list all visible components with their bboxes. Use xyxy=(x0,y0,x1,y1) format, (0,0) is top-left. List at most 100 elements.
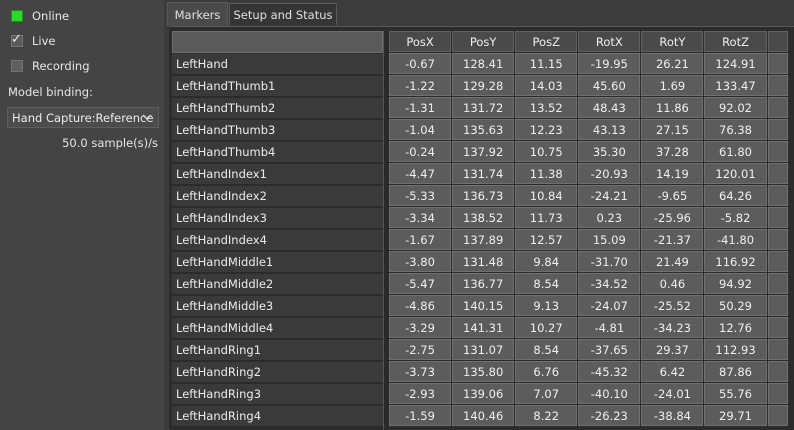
value-cell-posz[interactable]: 8.22 xyxy=(515,405,578,426)
value-cell-roty[interactable]: 27.15 xyxy=(641,119,704,140)
tab-setup-and-status[interactable]: Setup and Status xyxy=(229,3,337,25)
value-cell-roty[interactable]: 6.42 xyxy=(641,361,704,382)
value-cell-roty[interactable]: -25.52 xyxy=(641,295,704,316)
value-cell-roty[interactable]: -25.96 xyxy=(641,207,704,228)
tab-markers[interactable]: Markers xyxy=(167,2,228,26)
value-cell-posy[interactable]: 138.52 xyxy=(452,207,515,228)
value-cell-roty[interactable]: -34.23 xyxy=(641,317,704,338)
value-cell-posz[interactable]: 14.03 xyxy=(515,75,578,96)
value-cell-roty[interactable]: 37.28 xyxy=(641,141,704,162)
recording-checkbox[interactable] xyxy=(11,60,23,72)
value-cell-posy[interactable]: 129.28 xyxy=(452,75,515,96)
marker-name-cell[interactable]: LeftHandThumb4 xyxy=(172,142,383,163)
value-cell-posy[interactable]: 136.73 xyxy=(452,185,515,206)
live-checkbox[interactable]: ✓ xyxy=(11,32,23,47)
value-cell-rotz[interactable]: 61.80 xyxy=(704,141,767,162)
value-cell-rotx[interactable]: -24.07 xyxy=(578,295,641,316)
value-cell-rotx[interactable]: 0.23 xyxy=(578,207,641,228)
value-cell-posy[interactable]: 137.89 xyxy=(452,229,515,250)
value-cell-rotz[interactable]: 116.92 xyxy=(704,251,767,272)
value-cell-rotz[interactable]: 124.91 xyxy=(704,53,767,74)
value-cell-posz[interactable]: 9.84 xyxy=(515,251,578,272)
marker-name-cell[interactable]: LeftHandThumb3 xyxy=(172,120,383,141)
value-cell-posx[interactable]: -3.34 xyxy=(389,207,452,228)
value-cell-posy[interactable]: 131.07 xyxy=(452,339,515,360)
value-cell-rotx[interactable]: -34.52 xyxy=(578,273,641,294)
value-cell-posx[interactable]: -1.59 xyxy=(389,405,452,426)
value-cell-rotx[interactable]: 43.13 xyxy=(578,119,641,140)
value-cell-posz[interactable]: 11.15 xyxy=(515,53,578,74)
value-cell-roty[interactable]: 1.69 xyxy=(641,75,704,96)
value-cell-posz[interactable]: 13.52 xyxy=(515,97,578,118)
value-cell-posz[interactable]: 12.57 xyxy=(515,229,578,250)
value-cell-rotx[interactable]: 15.09 xyxy=(578,229,641,250)
marker-name-cell[interactable]: LeftHandIndex1 xyxy=(172,164,383,185)
recording-toggle[interactable]: Recording xyxy=(11,58,90,74)
name-column-header[interactable] xyxy=(172,31,383,53)
value-cell-roty[interactable]: 29.37 xyxy=(641,339,704,360)
value-cell-roty[interactable]: 21.49 xyxy=(641,251,704,272)
value-cell-posy[interactable]: 137.92 xyxy=(452,141,515,162)
model-binding-select[interactable]: Hand Capture:Reference xyxy=(7,107,159,128)
value-cell-posy[interactable]: 140.46 xyxy=(452,405,515,426)
marker-name-cell[interactable]: LeftHandThumb2 xyxy=(172,98,383,119)
value-cell-rotx[interactable]: -26.23 xyxy=(578,405,641,426)
value-cell-rotz[interactable]: -5.82 xyxy=(704,207,767,228)
value-cell-rotz[interactable]: 29.71 xyxy=(704,405,767,426)
value-cell-rotx[interactable]: -20.93 xyxy=(578,163,641,184)
value-cell-posy[interactable]: 131.72 xyxy=(452,97,515,118)
value-cell-posy[interactable]: 131.48 xyxy=(452,251,515,272)
value-cell-rotx[interactable]: -19.95 xyxy=(578,53,641,74)
value-cell-posy[interactable]: 139.06 xyxy=(452,383,515,404)
value-cell-posx[interactable]: -5.33 xyxy=(389,185,452,206)
column-header-rotz[interactable]: RotZ xyxy=(704,31,767,52)
value-cell-posz[interactable]: 9.13 xyxy=(515,295,578,316)
value-cell-posx[interactable]: -1.31 xyxy=(389,97,452,118)
value-cell-posz[interactable]: 10.75 xyxy=(515,141,578,162)
value-cell-posz[interactable]: 11.73 xyxy=(515,207,578,228)
value-cell-posx[interactable]: -1.04 xyxy=(389,119,452,140)
value-cell-rotz[interactable]: 112.93 xyxy=(704,339,767,360)
value-cell-rotx[interactable]: -45.32 xyxy=(578,361,641,382)
column-header-rotx[interactable]: RotX xyxy=(578,31,641,52)
value-cell-posz[interactable]: 10.84 xyxy=(515,185,578,206)
value-cell-rotz[interactable]: 55.76 xyxy=(704,383,767,404)
value-cell-roty[interactable]: 14.19 xyxy=(641,163,704,184)
value-cell-posz[interactable]: 8.54 xyxy=(515,339,578,360)
value-cell-rotz[interactable]: 120.01 xyxy=(704,163,767,184)
column-header-posx[interactable]: PosX xyxy=(389,31,452,52)
value-cell-rotz[interactable]: 87.86 xyxy=(704,361,767,382)
value-cell-rotx[interactable]: 35.30 xyxy=(578,141,641,162)
value-cell-posx[interactable]: -2.75 xyxy=(389,339,452,360)
value-cell-posx[interactable]: -3.73 xyxy=(389,361,452,382)
value-cell-posx[interactable]: -2.93 xyxy=(389,383,452,404)
column-header-roty[interactable]: RotY xyxy=(641,31,704,52)
value-cell-rotz[interactable]: 94.92 xyxy=(704,273,767,294)
marker-name-cell[interactable]: LeftHandMiddle4 xyxy=(172,318,383,339)
value-cell-posx[interactable]: -0.24 xyxy=(389,141,452,162)
value-cell-rotz[interactable]: 92.02 xyxy=(704,97,767,118)
marker-name-cell[interactable]: LeftHandIndex3 xyxy=(172,208,383,229)
column-header-posy[interactable]: PosY xyxy=(452,31,515,52)
value-cell-rotx[interactable]: -24.21 xyxy=(578,185,641,206)
marker-name-cell[interactable]: LeftHandRing4 xyxy=(172,406,383,427)
value-cell-posx[interactable]: -4.86 xyxy=(389,295,452,316)
marker-name-cell[interactable]: LeftHand xyxy=(172,54,383,75)
value-cell-rotx[interactable]: -31.70 xyxy=(578,251,641,272)
value-cell-posz[interactable]: 12.23 xyxy=(515,119,578,140)
live-toggle[interactable]: ✓ Live xyxy=(11,32,55,49)
value-cell-posx[interactable]: -5.47 xyxy=(389,273,452,294)
value-cell-roty[interactable]: -24.01 xyxy=(641,383,704,404)
marker-name-cell[interactable]: LeftHandThumb1 xyxy=(172,76,383,97)
value-cell-posy[interactable]: 128.41 xyxy=(452,53,515,74)
marker-name-cell[interactable]: LeftHandMiddle2 xyxy=(172,274,383,295)
value-cell-posx[interactable]: -0.67 xyxy=(389,53,452,74)
value-cell-rotx[interactable]: -4.81 xyxy=(578,317,641,338)
marker-name-cell[interactable]: LeftHandMiddle3 xyxy=(172,296,383,317)
value-cell-roty[interactable]: -21.37 xyxy=(641,229,704,250)
value-cell-posx[interactable]: -3.29 xyxy=(389,317,452,338)
value-cell-roty[interactable]: 0.46 xyxy=(641,273,704,294)
value-cell-roty[interactable]: 26.21 xyxy=(641,53,704,74)
value-cell-rotz[interactable]: 12.76 xyxy=(704,317,767,338)
value-cell-posy[interactable]: 135.80 xyxy=(452,361,515,382)
